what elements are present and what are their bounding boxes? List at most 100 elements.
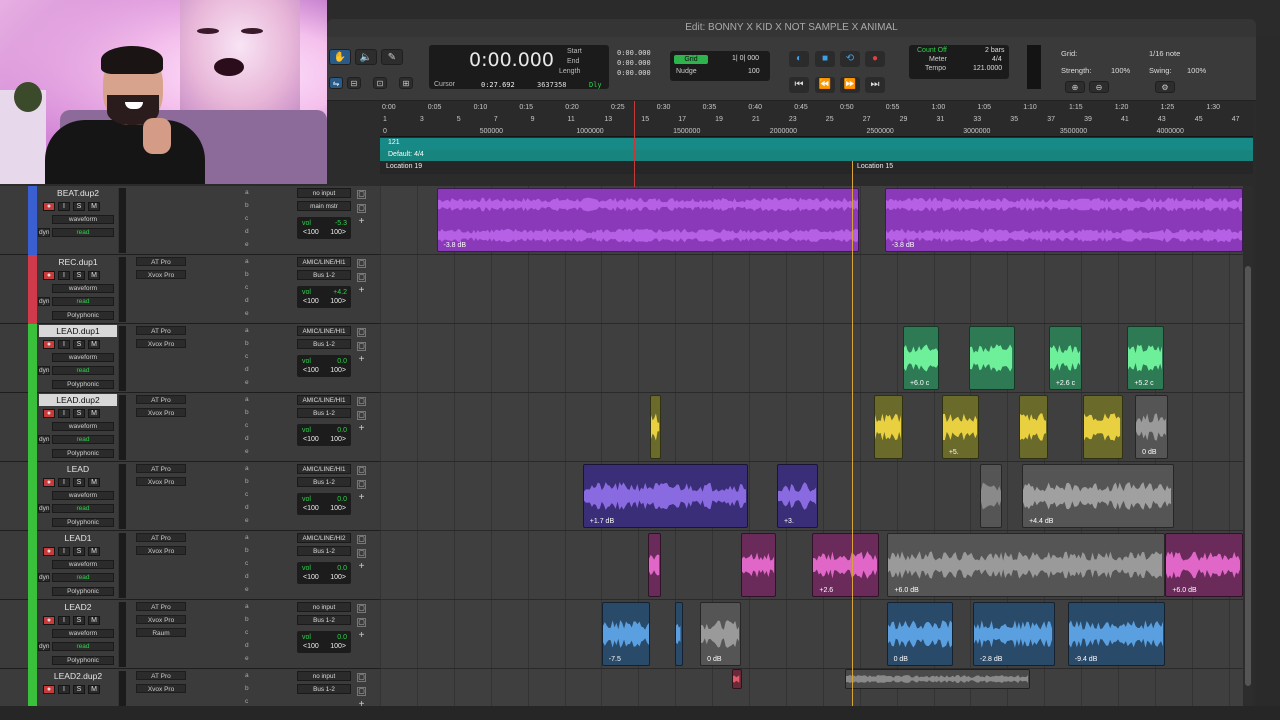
add-plus-icon[interactable]: + (357, 217, 366, 227)
volume-pan-display[interactable]: vol 0.0 <100 100> (297, 493, 351, 515)
audio-clip[interactable]: +6.0 c (902, 326, 940, 390)
audio-clip[interactable] (675, 602, 683, 666)
track-options-icon[interactable]: ▢ (357, 535, 366, 544)
send-slot[interactable]: c (245, 422, 248, 429)
pan-right-value[interactable]: 100> (330, 505, 346, 512)
send-slot[interactable]: a (245, 603, 249, 610)
track-options-icon[interactable]: ▢ (357, 618, 366, 627)
pan-left-value[interactable]: <100 (303, 505, 319, 512)
track-options-icon[interactable]: ▢ (357, 687, 366, 696)
volume-pan-display[interactable]: vol 0.0 <100 100> (297, 631, 351, 653)
count-off-label[interactable]: Count Off (917, 47, 947, 54)
grid-value[interactable]: 1| 0| 000 (732, 55, 759, 62)
record-arm-button[interactable]: ● (43, 547, 55, 556)
insert-slot[interactable]: AT Pro (136, 671, 186, 680)
insert-slot[interactable]: Xvox Pro (136, 339, 186, 348)
scroll-thumb[interactable] (1245, 266, 1251, 686)
clip-gain-label[interactable]: 0 dB (707, 656, 721, 663)
tempo-ruler[interactable]: 121 (380, 138, 1253, 150)
volume-value[interactable]: 0.0 (337, 634, 347, 641)
mute-button[interactable]: M (88, 478, 100, 487)
pan-right-value[interactable]: 100> (330, 298, 346, 305)
record-arm-button[interactable]: ● (43, 478, 55, 487)
clip-gain-label[interactable]: +6.0 dB (894, 587, 918, 594)
automation-mode-select[interactable]: read (52, 228, 114, 237)
clip-gain-label[interactable]: +2.6 c (1056, 380, 1075, 387)
track-options-icon[interactable]: ▢ (357, 411, 366, 420)
elastic-mode-select[interactable]: Polyphonic (52, 311, 114, 320)
solo-button[interactable]: S (73, 547, 85, 556)
vertical-scrollbar[interactable] (1243, 186, 1253, 706)
send-slot[interactable]: a (245, 465, 249, 472)
mute-button[interactable]: M (88, 202, 100, 211)
link-icon[interactable]: ⇋ (329, 77, 343, 89)
track-view-select[interactable]: waveform (52, 560, 114, 569)
pan-left-value[interactable]: <100 (303, 643, 319, 650)
track-options-icon[interactable]: ▢ (357, 273, 366, 282)
track-input-select[interactable]: AMIC/LINE/HI1 (297, 464, 351, 474)
pan-right-value[interactable]: 100> (330, 367, 346, 374)
track-view-select[interactable]: waveform (52, 353, 114, 362)
pan-right-value[interactable]: 100> (330, 436, 346, 443)
input-monitor-button[interactable]: I (58, 202, 70, 211)
marker-location-19[interactable]: Location 19 (386, 163, 422, 170)
input-monitor-button[interactable]: I (58, 685, 70, 694)
send-slot[interactable]: d (245, 228, 249, 235)
tempo-value[interactable]: 121.0000 (973, 65, 1002, 72)
clip-gain-label[interactable]: +6.0 dB (1172, 587, 1196, 594)
nudge-value[interactable]: 100 (748, 68, 760, 75)
tab-icon[interactable]: ⊡ (373, 77, 387, 89)
send-slot[interactable]: b (245, 340, 249, 347)
add-plus-icon[interactable]: + (357, 631, 366, 641)
audio-clip[interactable] (979, 464, 1003, 528)
audio-clip[interactable]: +5. (941, 395, 979, 459)
send-slot[interactable]: e (245, 379, 249, 386)
mute-button[interactable]: M (88, 685, 100, 694)
volume-value[interactable]: 0.0 (337, 565, 347, 572)
insert-slot[interactable]: AT Pro (136, 326, 186, 335)
record-arm-button[interactable]: ● (43, 340, 55, 349)
track-options-icon[interactable]: ▢ (357, 673, 366, 682)
solo-button[interactable]: S (73, 271, 85, 280)
send-slot[interactable]: c (245, 284, 248, 291)
send-slot[interactable]: b (245, 202, 249, 209)
insert-slot[interactable]: Xvox Pro (136, 546, 186, 555)
elastic-mode-select[interactable]: Polyphonic (52, 518, 114, 527)
clip-gain-label[interactable]: -3.8 dB (444, 242, 467, 249)
audio-clip[interactable] (1083, 395, 1124, 459)
pan-left-value[interactable]: <100 (303, 436, 319, 443)
audio-clip[interactable]: +5.2 c (1127, 326, 1164, 390)
marker-ruler[interactable]: Location 19 Location 15 (380, 161, 1253, 174)
insert-slot[interactable]: AT Pro (136, 464, 186, 473)
audio-clip[interactable] (732, 669, 742, 689)
track-lane[interactable] (380, 324, 1243, 393)
send-slot[interactable]: a (245, 672, 249, 679)
pan-right-value[interactable]: 100> (330, 574, 346, 581)
count-off-bars[interactable]: 2 bars (985, 47, 1004, 54)
record-icon[interactable]: ● (865, 51, 885, 67)
volume-pan-display[interactable]: vol -5.3 <100 100> (297, 217, 351, 239)
solo-button[interactable]: S (73, 340, 85, 349)
pan-left-value[interactable]: <100 (303, 298, 319, 305)
audio-clip[interactable]: +3. (776, 464, 819, 528)
clip-gain-label[interactable]: +3. (784, 518, 794, 525)
clip-gain-label[interactable]: -3.8 dB (892, 242, 915, 249)
track-input-select[interactable]: AMIC/LINE/HI1 (297, 257, 351, 267)
edit-area[interactable]: -3.8 dB -3.8 dB +6.0 c +2.6 c +5.2 c +5. 0 dB +… (380, 186, 1243, 706)
meter-marker[interactable]: Default: 4/4 (388, 151, 424, 158)
add-plus-icon[interactable]: + (357, 286, 366, 296)
track-view-select[interactable]: waveform (52, 422, 114, 431)
automation-mode-select[interactable]: read (52, 366, 114, 375)
elastic-mode-select[interactable]: Polyphonic (52, 587, 114, 596)
track-name[interactable]: LEAD2.dup2 (39, 670, 117, 682)
mute-button[interactable]: M (88, 616, 100, 625)
send-slot[interactable]: d (245, 366, 249, 373)
grid-nudge-panel[interactable]: Grid 1| 0| 000 Nudge 100 (670, 51, 770, 81)
clip-gain-label[interactable]: -7.5 (609, 656, 621, 663)
send-slot[interactable]: d (245, 435, 249, 442)
volume-pan-display[interactable]: vol +4.2 <100 100> (297, 286, 351, 308)
pan-right-value[interactable]: 100> (330, 643, 346, 650)
send-slot[interactable]: b (245, 547, 249, 554)
insert-slot[interactable]: AT Pro (136, 257, 186, 266)
solo-button[interactable]: S (73, 478, 85, 487)
